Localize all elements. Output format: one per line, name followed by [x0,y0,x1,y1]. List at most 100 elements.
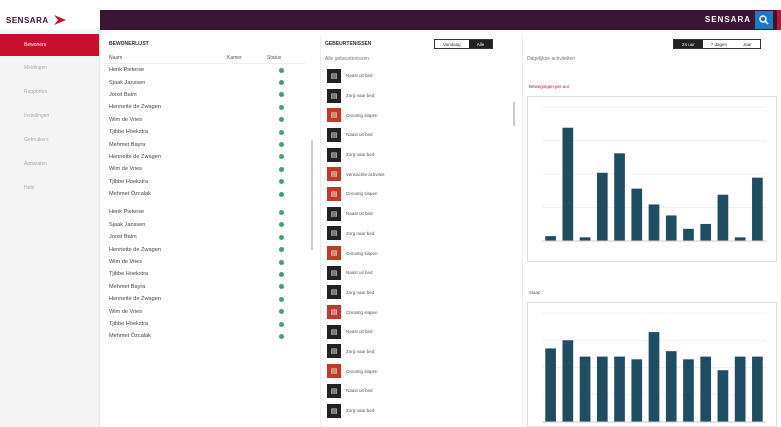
event-row[interactable]: ▤ Naast uit bed [321,125,520,145]
bar[interactable] [648,204,660,241]
bar[interactable] [562,127,574,241]
sidebar-item-3[interactable]: Instellingen [0,104,99,128]
resident-row[interactable]: Henriette de Zwagen [105,243,305,255]
resident-row[interactable]: Wim de Vries [105,163,305,175]
bar[interactable] [562,340,574,422]
resident-row[interactable]: Joost Balm [105,231,305,243]
resident-list-header: Naam Kamer Status [105,52,305,64]
sidebar-item-4[interactable]: Gebruikers [0,128,99,152]
bar[interactable] [665,351,677,422]
resident-row[interactable]: Mehmet Özcalak [105,188,305,200]
resident-row[interactable]: Tjibbe Hoekstra [105,176,305,188]
resident-row[interactable]: Henk Pieterse [105,64,305,76]
resident-row[interactable]: Tjibbe Hoekstra [105,318,305,330]
events-toggle[interactable]: Vandaag Alle [434,39,494,49]
event-bed-icon: ▤ [327,403,341,418]
period-year[interactable]: Jaar [735,40,760,48]
resident-row[interactable]: Henriette de Zwagen [105,293,305,305]
resident-name: Henriette de Zwagen [109,104,161,111]
resident-row[interactable]: Tjibbe Hoekstra [105,268,305,280]
resident-row[interactable]: Henk Pieterse [105,206,305,218]
event-row[interactable]: ▤ Onrustig slapen [321,243,520,263]
toggle-today[interactable]: Vandaag [435,40,469,48]
period-24h[interactable]: 24 uur [674,40,703,48]
event-row[interactable]: ▤ Zorg naar bed [321,342,520,362]
event-row[interactable]: ▤ Zorg naar bed [321,86,520,106]
status-dot-icon [279,142,284,148]
status-dot-icon [279,222,284,228]
resident-row[interactable]: Wim de Vries [105,256,305,268]
sidebar-item-0[interactable]: Bewoners [0,34,99,56]
brand-logo[interactable]: SENSARA [6,10,67,30]
col-room[interactable]: Kamer [227,55,267,61]
resident-row[interactable]: Sjaak Janssen [105,76,305,88]
bar[interactable] [579,356,591,422]
event-row[interactable]: ▤ Naast uit bed [321,66,520,86]
bar[interactable] [631,359,643,422]
bar[interactable] [665,215,677,241]
bar[interactable] [752,177,763,241]
resident-row[interactable]: Wim de Vries [105,114,305,126]
sidebar-item-5[interactable]: Apparaten [0,152,99,176]
resident-row[interactable]: Mehmet Bayra [105,281,305,293]
bar[interactable] [734,237,746,241]
event-row[interactable]: ▤ Zorg naar bed [321,145,520,165]
notification-tab[interactable] [777,10,781,30]
period-7d[interactable]: 7 dagen [703,40,735,48]
event-row[interactable]: ▤ Naast uit bed [321,204,520,224]
resident-row[interactable]: Wim de Vries [105,305,305,317]
resident-list-panel: BEWONERLIJST Naam Kamer Status Henk Piet… [105,36,313,427]
resident-row[interactable]: Joost Balm [105,89,305,101]
event-row[interactable]: ▤ Onrustig slapen [321,361,520,381]
event-row[interactable]: ▤ Zorg naar bed [321,401,520,421]
bar[interactable] [700,223,712,241]
bar[interactable] [648,332,660,422]
search-button[interactable] [755,11,773,29]
bar[interactable] [683,228,694,241]
col-name[interactable]: Naam [109,55,227,61]
period-toggle[interactable]: 24 uur 7 dagen Jaar [673,39,761,49]
bar[interactable] [700,356,712,422]
bar[interactable] [683,359,694,422]
event-row[interactable]: ▤ Naast uit bed [321,263,520,283]
bar[interactable] [734,356,746,422]
event-bed-icon: ▤ [327,186,341,201]
event-row[interactable]: ▤ Onrustig slapen [321,184,520,204]
bar[interactable] [579,237,591,241]
resident-row[interactable]: Tjibbe Hoekstra [105,126,305,138]
event-row[interactable]: ▤ Onrustig slapen [321,302,520,322]
resident-name: Henriette de Zwagen [109,296,161,303]
status-dot-icon [279,247,284,253]
bar[interactable] [717,194,729,241]
col-status[interactable]: Status [267,55,301,61]
resident-row[interactable]: Henriette de Zwagen [105,101,305,113]
bar[interactable] [596,356,608,422]
event-label: Naast uit bed [346,329,373,335]
sidebar-item-2[interactable]: Rapporten [0,80,99,104]
bar[interactable] [614,356,625,422]
resident-row[interactable]: Sjaak Janssen [105,219,305,231]
event-row[interactable]: ▤ Onrustig slapen [321,105,520,125]
bar[interactable] [752,356,763,422]
event-row[interactable]: ▤ Zorg naar bed [321,283,520,303]
resident-scrollbar[interactable] [311,140,313,250]
event-bed-icon: ▤ [327,88,341,103]
toggle-all[interactable]: Alle [468,40,493,48]
event-row[interactable]: ▤ Naast uit bed [321,322,520,342]
sidebar-item-1[interactable]: Meldingen [0,56,99,80]
sidebar-item-6[interactable]: Help [0,176,99,200]
event-row[interactable]: ▤ Zorg naar bed [321,224,520,244]
resident-row[interactable]: Henriette de Zwagen [105,151,305,163]
resident-row[interactable]: Mehmet Bayra [105,138,305,150]
resident-row[interactable]: Mehmet Özcalak [105,330,305,342]
bar[interactable] [614,153,625,241]
bar[interactable] [545,236,556,241]
status-dot-icon [279,234,284,240]
bar[interactable] [631,188,643,241]
bar[interactable] [545,348,556,422]
events-scrollbar[interactable] [513,102,515,126]
bar[interactable] [717,370,729,422]
bar[interactable] [596,172,608,241]
event-row[interactable]: ▤ Naast uit bed [321,381,520,401]
event-row[interactable]: ▤ Verwachte activiteit [321,164,520,184]
